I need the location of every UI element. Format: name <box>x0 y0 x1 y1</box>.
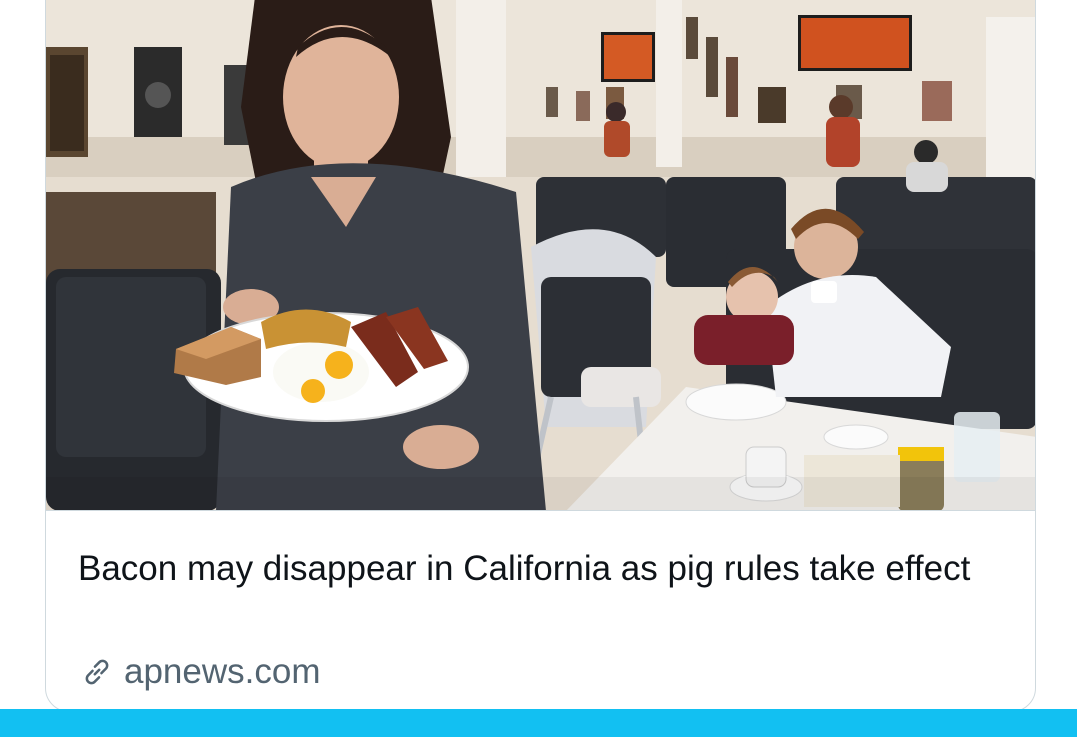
bottom-accent-bar <box>0 709 1077 737</box>
link-preview-card[interactable]: Bacon may disappear in California as pig… <box>45 0 1036 712</box>
card-title[interactable]: Bacon may disappear in California as pig… <box>78 546 1008 591</box>
restaurant-photo <box>46 0 1035 510</box>
card-image[interactable] <box>46 0 1035 511</box>
card-domain: apnews.com <box>124 652 321 691</box>
link-icon <box>85 659 109 685</box>
tweet-view: Bacon may disappear in California as pig… <box>0 0 1077 737</box>
card-domain-link[interactable]: apnews.com <box>78 652 320 692</box>
